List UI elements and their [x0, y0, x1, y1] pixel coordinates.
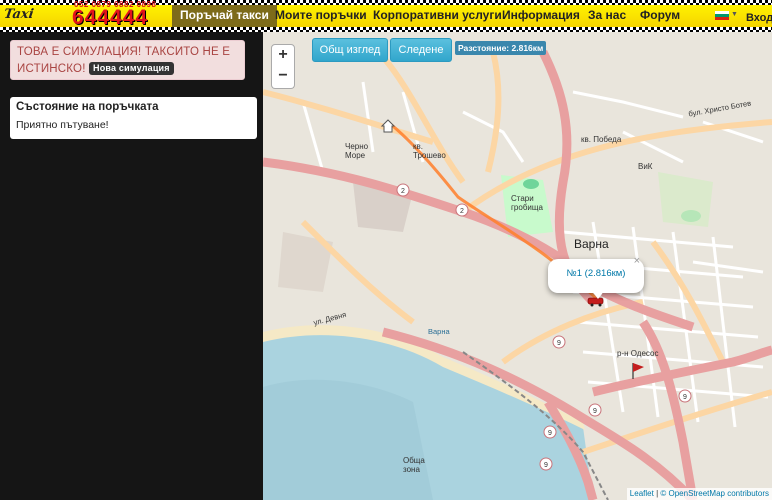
sidebar: ТОВА Е СИМУЛАЦИЯ! ТАКСИТО НЕ Е ИСТИНСКО!…: [0, 32, 263, 500]
map-view[interactable]: 2 2 9 9 9 9 9 Варна кв. Победа ВиК Стари…: [263, 32, 772, 500]
new-simulation-button[interactable]: Нова симулация: [89, 62, 174, 76]
nav-my-orders[interactable]: Моите поръчки: [275, 5, 367, 27]
svg-text:9: 9: [593, 408, 597, 415]
order-status-title: Състояние на поръчката: [16, 101, 159, 113]
map-label-odesos: р-н Одесос: [617, 349, 659, 358]
nav-order-taxi[interactable]: Поръчай такси: [172, 5, 277, 27]
svg-text:9: 9: [683, 394, 687, 401]
close-icon[interactable]: ×: [634, 251, 640, 271]
top-navigation-bar: Taxi 052 0879 0882 0898 644444 Поръчай т…: [0, 0, 772, 29]
chevron-down-icon[interactable]: ▼: [731, 11, 738, 18]
svg-text:9: 9: [544, 462, 548, 469]
simulation-alert: ТОВА Е СИМУЛАЦИЯ! ТАКСИТО НЕ Е ИСТИНСКО!…: [10, 40, 245, 80]
map-label-pobeda: кв. Победа: [581, 135, 622, 144]
svg-text:2: 2: [460, 208, 464, 215]
nav-about-us[interactable]: За нас: [588, 5, 626, 27]
order-status-panel: Състояние на поръчката Приятно пътуване!: [10, 97, 257, 139]
follow-button[interactable]: Следене: [390, 38, 452, 62]
zoom-out-button[interactable]: −: [271, 66, 295, 89]
map-label-old-cemetery: Стари гробища: [511, 194, 543, 212]
svg-text:9: 9: [548, 430, 552, 437]
logo-taxi-word: Taxi: [2, 7, 35, 22]
svg-text:2: 2: [401, 188, 405, 195]
overview-button[interactable]: Общ изглед: [312, 38, 388, 62]
distance-badge: Разстояние: 2.816км: [455, 41, 547, 55]
zoom-in-button[interactable]: +: [271, 44, 295, 68]
nav-information[interactable]: Информация: [502, 5, 580, 27]
osm-link[interactable]: © OpenStreetMap contributors: [660, 489, 769, 498]
leaflet-link[interactable]: Leaflet: [630, 489, 654, 498]
nav-forum[interactable]: Форум: [640, 5, 680, 27]
svg-text:9: 9: [557, 340, 561, 347]
map-label-cherno-more: Черно Море: [345, 142, 369, 160]
taxi-popup: №1 (2.816км) ×: [548, 255, 644, 299]
map-tiles: 2 2 9 9 9 9 9: [263, 32, 772, 500]
map-attribution: Leaflet | © OpenStreetMap contributors: [626, 488, 772, 500]
taxi-popup-text: №1 (2.816км): [566, 268, 626, 279]
map-label-common-zone: Обща зона: [403, 456, 425, 474]
map-label-varna-station: Варна: [428, 327, 450, 336]
map-label-troshevo: кв. Трошево: [413, 142, 446, 160]
map-label-vik: ВиК: [638, 162, 653, 171]
order-status-text: Приятно пътуване!: [16, 119, 109, 131]
map-label-varna: Варна: [574, 237, 609, 251]
popup-tip: [592, 291, 604, 299]
bulgarian-flag-icon[interactable]: [715, 11, 729, 20]
nav-corporate-services[interactable]: Корпоративни услуги: [373, 5, 502, 27]
